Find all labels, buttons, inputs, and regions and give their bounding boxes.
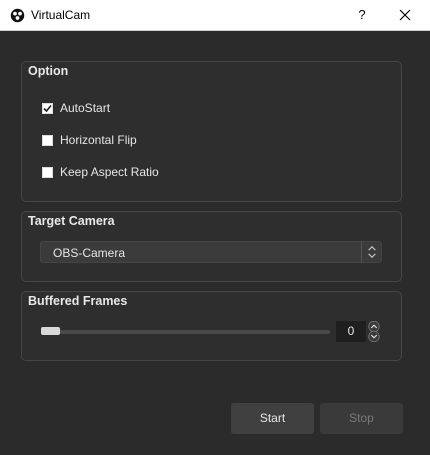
keep-aspect-ratio-label: Keep Aspect Ratio (60, 165, 159, 179)
keep-aspect-ratio-checkbox[interactable] (42, 166, 53, 178)
autostart-checkbox-row[interactable]: AutoStart (42, 100, 110, 116)
target-camera-group-title: Target Camera (28, 214, 115, 228)
buffered-frames-spinbox[interactable]: 0 (336, 321, 366, 342)
checkmark-icon (43, 104, 52, 112)
close-icon[interactable] (392, 3, 418, 27)
spinbox-updown-icon[interactable] (367, 321, 381, 342)
obs-logo-icon (10, 8, 25, 23)
option-group-title: Option (28, 64, 69, 78)
buffered-frames-slider-handle[interactable] (41, 327, 60, 335)
autostart-checkbox[interactable] (42, 102, 53, 114)
buffered-frames-group: Buffered Frames 0 (21, 291, 402, 361)
horizontal-flip-label: Horizontal Flip (60, 133, 137, 147)
horizontal-flip-checkbox[interactable] (42, 134, 53, 146)
horizontal-flip-checkbox-row[interactable]: Horizontal Flip (42, 132, 137, 148)
title-bar: VirtualCam ? (0, 0, 430, 31)
stop-button[interactable]: Stop (320, 403, 403, 434)
target-camera-group: Target Camera OBS-Camera (21, 211, 402, 282)
option-group: Option AutoStart Horizontal Flip Keep As… (21, 61, 402, 202)
keep-aspect-ratio-checkbox-row[interactable]: Keep Aspect Ratio (42, 164, 159, 180)
target-camera-selected-value: OBS-Camera (53, 246, 126, 260)
target-camera-select[interactable]: OBS-Camera (40, 241, 382, 263)
window-title: VirtualCam (31, 8, 91, 22)
start-button[interactable]: Start (231, 403, 314, 434)
buffered-frames-slider-track[interactable] (41, 330, 330, 334)
help-button[interactable]: ? (350, 3, 374, 27)
select-updown-icon[interactable] (361, 241, 382, 263)
buffered-frames-group-title: Buffered Frames (28, 294, 128, 308)
autostart-label: AutoStart (60, 101, 111, 115)
